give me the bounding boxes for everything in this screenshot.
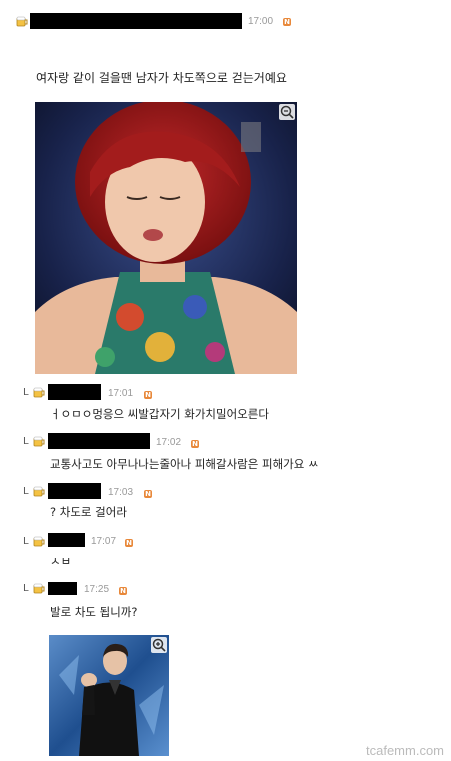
commenter-avatar-icon — [33, 436, 45, 447]
new-badge: N — [191, 440, 199, 448]
comment-text: ㅅㅂ — [50, 554, 72, 568]
comment-timestamp: 17:02 — [156, 437, 182, 448]
reply-arrow-icon: L — [23, 486, 29, 497]
commenter-redaction — [48, 483, 101, 499]
new-badge: N — [144, 490, 152, 498]
new-badge: N — [144, 391, 152, 399]
woman-photo-image — [35, 102, 297, 374]
comment-timestamp: 17:07 — [91, 536, 117, 547]
post-timestamp: 17:00 — [248, 16, 274, 27]
reply-arrow-icon: L — [23, 583, 29, 594]
comment-text: ㅓㅇㅁㅇ멍응으 씨발갑자기 화가치밀어오른다 — [50, 407, 269, 421]
site-watermark: tcafemm.com — [366, 743, 445, 758]
comment-photo[interactable] — [49, 635, 169, 756]
zoom-button[interactable] — [151, 637, 167, 653]
new-badge: N — [125, 539, 133, 547]
zoom-in-icon — [152, 638, 166, 652]
commenter-avatar-icon — [33, 486, 45, 497]
commenter-redaction — [48, 433, 150, 449]
comment-text: 발로 차도 됩니까? — [50, 605, 138, 619]
commenter-redaction — [48, 533, 85, 547]
new-badge: N — [119, 587, 127, 595]
commenter-avatar-icon — [33, 583, 45, 594]
comment-text: ? 차도로 걸어라 — [50, 505, 127, 519]
commenter-redaction — [48, 384, 101, 400]
comment-timestamp: 17:01 — [108, 388, 134, 399]
commenter-redaction — [48, 582, 77, 595]
comment-text: 교통사고도 아무나나는줄아나 피해갈사람은 피해가요 ㅆ — [50, 457, 319, 471]
post-photo[interactable] — [35, 102, 297, 374]
post-body: 여자랑 같이 걸을땐 남자가 차도쪽으로 걷는거예요 — [36, 71, 287, 85]
reply-arrow-icon: L — [23, 387, 29, 398]
new-badge: N — [283, 18, 291, 26]
comment-timestamp: 17:03 — [108, 487, 134, 498]
zoom-button[interactable] — [279, 104, 295, 120]
reply-arrow-icon: L — [23, 436, 29, 447]
zoom-out-icon — [280, 105, 294, 119]
man-photo-image — [49, 635, 169, 756]
commenter-avatar-icon — [33, 387, 45, 398]
author-redaction — [30, 13, 242, 29]
comment-timestamp: 17:25 — [84, 584, 110, 595]
reply-arrow-icon: L — [23, 536, 29, 547]
post-avatar-icon — [16, 16, 28, 27]
commenter-avatar-icon — [33, 536, 45, 547]
